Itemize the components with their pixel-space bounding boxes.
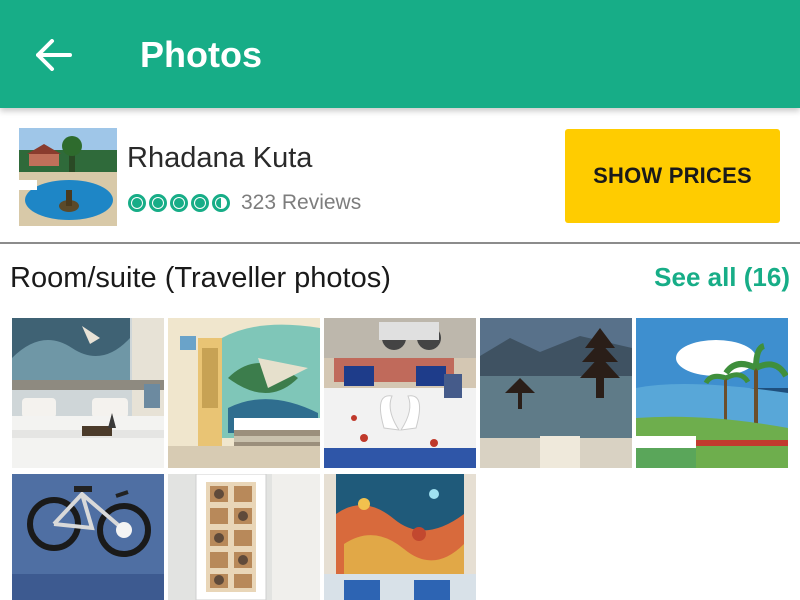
arrow-left-icon (36, 39, 72, 71)
rating-bubble-full (191, 194, 209, 212)
rating-bubble-half (212, 194, 230, 212)
show-prices-button[interactable]: SHOW PRICES (565, 129, 780, 223)
see-all-link[interactable]: See all (16) (654, 262, 790, 293)
hotel-summary: Rhadana Kuta 323 Reviews SHOW PRICES (0, 108, 800, 244)
photo-tile[interactable] (480, 318, 632, 468)
rating-bubble-full (170, 194, 188, 212)
photo-tile[interactable] (324, 474, 476, 600)
rating-bubbles: 323 Reviews (128, 191, 361, 215)
rating-bubble-full (149, 194, 167, 212)
photo-tile[interactable] (168, 318, 320, 468)
rating-bubble-full (128, 194, 146, 212)
photo-tile[interactable] (324, 318, 476, 468)
review-count[interactable]: 323 Reviews (241, 191, 361, 215)
photo-tile[interactable] (12, 318, 164, 468)
app-bar: Photos (0, 0, 800, 108)
photo-tile[interactable] (168, 474, 320, 600)
hotel-name[interactable]: Rhadana Kuta (127, 142, 312, 175)
page-title: Photos (140, 34, 262, 75)
photo-tile[interactable] (12, 474, 164, 600)
section-title: Room/suite (Traveller photos) (10, 262, 391, 294)
back-button[interactable] (24, 28, 84, 82)
photo-tile[interactable] (636, 318, 788, 468)
hotel-thumbnail[interactable] (19, 128, 117, 226)
